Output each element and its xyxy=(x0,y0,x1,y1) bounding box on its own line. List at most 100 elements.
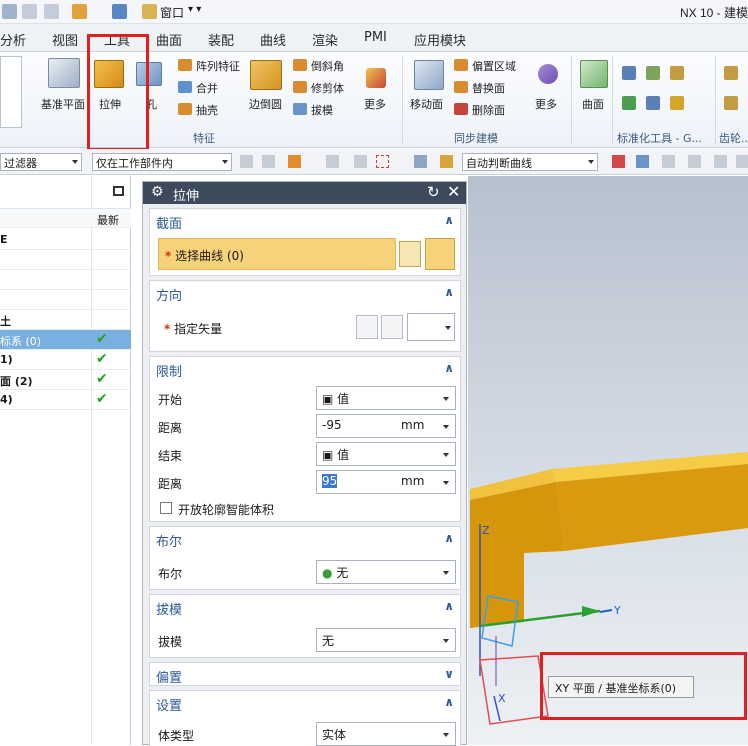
reset-icon[interactable]: ↻ xyxy=(427,183,440,201)
navigator-row[interactable]: 面 (2) ✔ xyxy=(0,370,131,390)
std-tool-icon[interactable] xyxy=(646,66,660,80)
snap-point-icon[interactable] xyxy=(714,155,727,168)
replace-face-icon[interactable] xyxy=(454,81,468,93)
navigator-row[interactable]: 4) ✔ xyxy=(0,390,131,410)
tab-applications[interactable]: 应用模块 xyxy=(414,30,466,49)
surface-button[interactable]: 曲面 xyxy=(582,96,604,112)
replace-face-button[interactable]: 替换面 xyxy=(472,80,505,96)
section-header-offset[interactable]: 偏置 xyxy=(156,667,182,686)
collapse-icon[interactable]: ∧ xyxy=(444,599,454,613)
window-icon[interactable] xyxy=(142,4,157,19)
trim-body-icon[interactable] xyxy=(293,81,307,93)
tab-analysis[interactable]: 分析 xyxy=(0,30,26,49)
section-header-direction[interactable]: 方向 xyxy=(156,285,182,304)
graphics-viewport[interactable]: Z Y X XY 平面 / 基准坐标系(0) xyxy=(468,176,748,745)
tab-surface[interactable]: 曲面 xyxy=(156,30,182,49)
collapse-icon[interactable]: ∧ xyxy=(444,695,454,709)
std-tool-icon[interactable] xyxy=(670,96,684,110)
feature-icon[interactable] xyxy=(72,4,87,19)
maximize-icon[interactable] xyxy=(113,186,124,196)
navigator-row[interactable] xyxy=(0,290,131,310)
snap-icon[interactable] xyxy=(326,155,339,168)
std-tool-icon[interactable] xyxy=(670,66,684,80)
navigator-row[interactable]: 土 xyxy=(0,310,131,330)
window-dropdown-icon[interactable]: ▾ ▾ xyxy=(188,4,201,15)
more-features-button[interactable]: 更多 xyxy=(364,96,386,112)
box-select-icon[interactable] xyxy=(376,155,389,168)
close-icon[interactable]: ✕ xyxy=(447,182,460,201)
navigator-row[interactable]: 1) ✔ xyxy=(0,350,131,370)
std-tool-icon[interactable] xyxy=(622,96,636,110)
start-type-dropdown[interactable]: ▣ 值 xyxy=(316,386,456,410)
curve-selection-icon[interactable] xyxy=(425,238,455,270)
expand-icon[interactable]: ∨ xyxy=(444,667,454,681)
tab-curve[interactable]: 曲线 xyxy=(260,30,286,49)
edge-blend-icon[interactable] xyxy=(250,60,282,90)
view-icon[interactable] xyxy=(440,155,453,168)
tab-render[interactable]: 渲染 xyxy=(312,30,338,49)
reverse-direction-icon[interactable] xyxy=(356,315,378,339)
offset-region-button[interactable]: 偏置区域 xyxy=(472,58,516,74)
selection-scope-dropdown[interactable]: 仅在工作部件内 xyxy=(92,153,232,171)
end-type-dropdown[interactable]: ▣ 值 xyxy=(316,442,456,466)
vector-type-dropdown[interactable] xyxy=(407,313,455,341)
section-header-draft[interactable]: 拔模 xyxy=(156,599,182,618)
repeat-icon[interactable] xyxy=(112,4,127,19)
delete-face-button[interactable]: 删除面 xyxy=(472,102,505,118)
std-tool-icon[interactable] xyxy=(646,96,660,110)
navigator-row[interactable]: E xyxy=(0,230,131,250)
chamfer-icon[interactable] xyxy=(293,59,307,71)
pattern-feature-icon[interactable] xyxy=(178,59,192,71)
more-features-icon[interactable] xyxy=(366,68,386,88)
type-filter-dropdown[interactable]: 过滤器 xyxy=(0,153,82,171)
undo-icon[interactable] xyxy=(2,4,17,19)
trim-body-button[interactable]: 修剪体 xyxy=(311,80,344,96)
select-curve-row[interactable]: * 选择曲线 (0) xyxy=(158,238,396,270)
ribbon-scroll-list[interactable] xyxy=(0,56,22,128)
unite-icon[interactable] xyxy=(178,81,192,93)
draft-dropdown[interactable]: 无 xyxy=(316,628,456,652)
start-distance-input[interactable]: -95 mm xyxy=(316,414,456,438)
std-tool-icon[interactable] xyxy=(622,66,636,80)
snap-point-icon[interactable] xyxy=(688,155,701,168)
navigator-row[interactable] xyxy=(0,250,131,270)
delete-face-icon[interactable] xyxy=(454,103,468,115)
surface-icon[interactable] xyxy=(580,60,608,88)
paste-icon[interactable] xyxy=(44,4,59,19)
offset-region-icon[interactable] xyxy=(454,59,468,71)
snap-point-icon[interactable] xyxy=(636,155,649,168)
curve-rule-dropdown[interactable]: 自动判断曲线 xyxy=(462,153,598,171)
gear-tool-icon[interactable] xyxy=(724,66,738,80)
more-sync-icon[interactable] xyxy=(538,64,558,84)
tab-assembly[interactable]: 装配 xyxy=(208,30,234,49)
tab-view[interactable]: 视图 xyxy=(52,30,78,49)
draft-icon[interactable] xyxy=(293,103,307,115)
unite-button[interactable]: 合并 xyxy=(196,80,218,96)
body-type-dropdown[interactable]: 实体 xyxy=(316,722,456,746)
boolean-dropdown[interactable]: ● 无 xyxy=(316,560,456,584)
pattern-feature-button[interactable]: 阵列特征 xyxy=(196,58,240,74)
select-icon[interactable] xyxy=(262,155,275,168)
sketch-section-icon[interactable] xyxy=(399,241,421,267)
view-icon[interactable] xyxy=(414,155,427,168)
section-header-boolean[interactable]: 布尔 xyxy=(156,531,182,550)
select-icon[interactable] xyxy=(240,155,253,168)
datum-plane-icon[interactable] xyxy=(48,58,80,88)
snap-point-icon[interactable] xyxy=(736,155,748,168)
snap-icon[interactable] xyxy=(354,155,367,168)
section-header-profile[interactable]: 截面 xyxy=(156,213,182,232)
move-face-icon[interactable] xyxy=(414,60,444,90)
collapse-icon[interactable]: ∧ xyxy=(444,285,454,299)
shell-button[interactable]: 抽壳 xyxy=(196,102,218,118)
navigator-row[interactable] xyxy=(0,270,131,290)
gear-tool-icon[interactable] xyxy=(724,96,738,110)
snap-point-icon[interactable] xyxy=(612,155,625,168)
section-header-settings[interactable]: 设置 xyxy=(156,695,182,714)
open-profile-checkbox[interactable] xyxy=(160,502,172,514)
snap-icon[interactable] xyxy=(288,155,301,168)
datum-plane-button[interactable]: 基准平面 xyxy=(41,96,85,112)
collapse-icon[interactable]: ∧ xyxy=(444,361,454,375)
copy-icon[interactable] xyxy=(22,4,37,19)
draft-button[interactable]: 拔模 xyxy=(311,102,333,118)
collapse-icon[interactable]: ∧ xyxy=(444,531,454,545)
